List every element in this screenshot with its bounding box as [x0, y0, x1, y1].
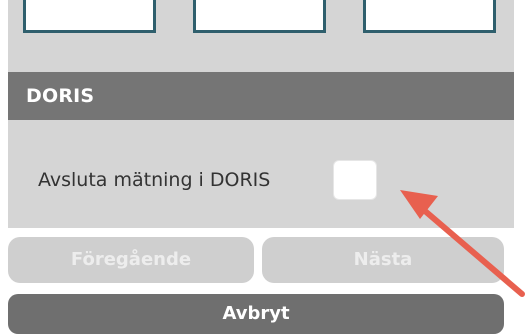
cancel-button[interactable]: Avbryt — [8, 294, 504, 334]
next-button[interactable]: Nästa — [262, 237, 504, 283]
option-box-3[interactable] — [363, 0, 496, 33]
end-measurement-label: Avsluta mätning i DORIS — [38, 169, 271, 191]
section-header: DORIS — [8, 72, 514, 120]
option-box-2[interactable] — [193, 0, 326, 33]
section-body: Avsluta mätning i DORIS — [8, 120, 514, 228]
end-measurement-checkbox[interactable] — [333, 160, 377, 200]
page: DORIS Avsluta mätning i DORIS Föregående… — [0, 0, 527, 336]
option-box-1[interactable] — [23, 0, 156, 33]
previous-button[interactable]: Föregående — [8, 237, 254, 283]
options-panel — [8, 0, 514, 72]
